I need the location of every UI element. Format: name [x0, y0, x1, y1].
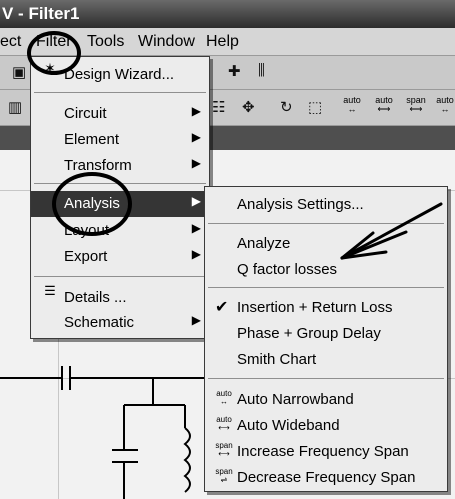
title-bar: V - Filter1	[0, 0, 455, 28]
menu-item-smith-chart[interactable]: Smith Chart	[205, 347, 447, 372]
menu-window[interactable]: Window	[138, 33, 195, 51]
select-icon[interactable]: ⬚	[308, 98, 322, 116]
menu-separator	[34, 92, 206, 93]
layout-icon[interactable]: ▥	[8, 98, 22, 116]
auto-label: auto	[375, 95, 393, 105]
menu-help[interactable]: Help	[206, 33, 239, 51]
menu-item-decrease-frequency-span[interactable]: span ⇌ Decrease Frequency Span	[205, 465, 447, 490]
menu-project[interactable]: ect	[0, 33, 21, 51]
auto-label: auto	[343, 95, 361, 105]
submenu-arrow-icon: ▶	[191, 221, 201, 235]
auto-narrow-toolbar-button[interactable]: auto ↔	[340, 96, 364, 114]
decrease-span-icon: span ⇌	[215, 467, 233, 484]
component-icon[interactable]: ✚	[228, 62, 241, 80]
submenu-arrow-icon: ▶	[191, 104, 201, 118]
menu-item-increase-frequency-span[interactable]: span ⟷ Increase Frequency Span	[205, 439, 447, 464]
span-label: span	[215, 441, 233, 450]
menu-item-details[interactable]: ☰ Details ...	[31, 283, 209, 310]
auto-wide-toolbar-button[interactable]: auto ⟷	[372, 96, 396, 114]
bars-icon[interactable]: ⫼	[258, 62, 265, 79]
analysis-submenu: Analysis Settings... Analyze Q factor lo…	[204, 186, 448, 492]
menu-item-analyze[interactable]: Analyze	[205, 231, 447, 256]
auto-narrow-icon: auto ↔	[216, 389, 232, 406]
auto-toolbar-button[interactable]: auto ↔	[434, 96, 455, 114]
menu-separator	[208, 378, 444, 379]
menu-separator	[34, 276, 206, 277]
menu-item-auto-narrowband[interactable]: auto ↔ Auto Narrowband	[205, 387, 447, 412]
menu-separator	[208, 223, 444, 224]
grid-icon[interactable]: ☷	[212, 98, 225, 116]
auto-label: auto	[216, 389, 232, 398]
menu-item-circuit[interactable]: Circuit ▶	[31, 101, 209, 126]
menu-item-transform[interactable]: Transform ▶	[31, 153, 209, 178]
window-title: V - Filter1	[2, 4, 80, 23]
auto-wide-icon: auto ⟷	[216, 415, 232, 432]
auto-label: auto	[216, 415, 232, 424]
details-icon: ☰	[44, 283, 56, 298]
menu-item-insertion-return-loss[interactable]: ✔ Insertion + Return Loss	[205, 295, 447, 320]
menu-item-analysis-settings[interactable]: Analysis Settings...	[205, 192, 447, 217]
app-window: V - Filter1 ect Filter Tools Window Help…	[0, 0, 455, 499]
menu-separator	[208, 287, 444, 288]
annotation-circle-analysis	[52, 172, 132, 236]
checkmark-icon: ✔	[215, 299, 229, 316]
menu-tools[interactable]: Tools	[87, 33, 124, 51]
tool-icon[interactable]: ✥	[242, 98, 255, 116]
menu-item-auto-wideband[interactable]: auto ⟷ Auto Wideband	[205, 413, 447, 438]
increase-span-icon: span ⟷	[215, 441, 233, 458]
menu-item-schematic[interactable]: Schematic ▶	[31, 310, 209, 335]
submenu-arrow-icon: ▶	[191, 247, 201, 261]
span-label: span	[215, 467, 233, 476]
menu-item-element[interactable]: Element ▶	[31, 127, 209, 152]
annotation-circle-filter	[27, 31, 81, 75]
span-label: span	[406, 95, 426, 105]
auto-label: auto	[436, 95, 454, 105]
menu-item-phase-group-delay[interactable]: Phase + Group Delay	[205, 321, 447, 346]
submenu-arrow-icon: ▶	[191, 156, 201, 170]
submenu-arrow-icon: ▶	[191, 313, 201, 327]
menu-item-q-factor-losses[interactable]: Q factor losses	[205, 257, 447, 282]
submenu-arrow-icon: ▶	[191, 130, 201, 144]
span-toolbar-button[interactable]: span ⟷	[404, 96, 428, 114]
refresh-icon[interactable]: ↻	[280, 98, 293, 116]
submenu-arrow-icon: ▶	[191, 194, 201, 208]
print-icon[interactable]: ▣	[12, 63, 26, 81]
menu-item-export[interactable]: Export ▶	[31, 244, 209, 269]
